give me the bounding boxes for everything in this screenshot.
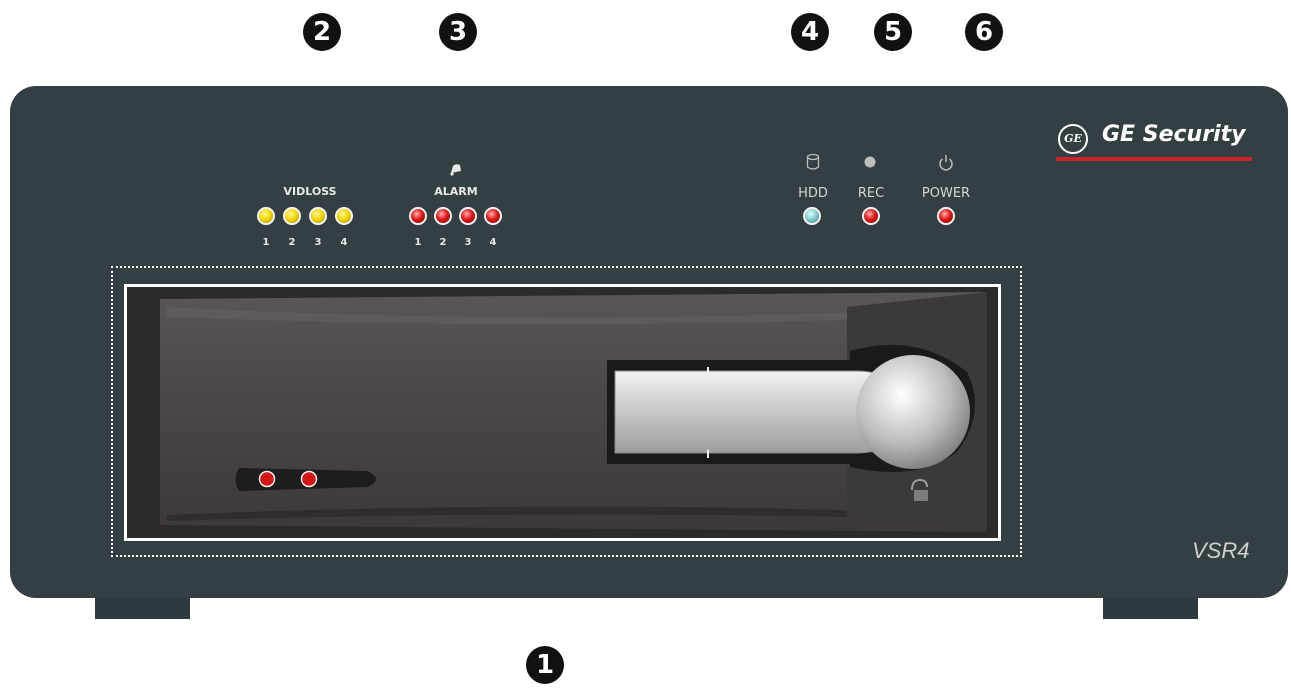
ge-monogram: GE [1058,124,1088,154]
hdd-led [803,207,821,225]
alarm-label: ALARM [434,185,478,198]
alarm-led-4 [484,207,502,225]
vidloss-led-1 [257,207,275,225]
alarm-num-1: 1 [414,237,422,248]
right-foot [1103,598,1198,619]
alarm-num-3: 3 [464,237,472,248]
power-label: POWER [921,186,971,201]
vidloss-num-4: 4 [340,237,348,248]
vidloss-label: VIDLOSS [283,185,337,198]
alarm-led-1 [409,207,427,225]
vidloss-led-4 [335,207,353,225]
callout-1: 1 [526,646,564,684]
alarm-led-3 [459,207,477,225]
alarm-num-4: 4 [489,237,497,248]
alarm-led-2 [434,207,452,225]
left-foot [95,598,190,619]
callout-5: 5 [874,13,912,51]
power-led [937,207,955,225]
disk-icon [806,153,820,170]
alarm-num-2: 2 [439,237,447,248]
brand-underline [1056,157,1252,161]
vidloss-led-3 [309,207,327,225]
callout-3: 3 [439,13,477,51]
callout-6: 6 [965,13,1003,51]
callout-2: 2 [303,13,341,51]
vidloss-num-3: 3 [314,237,322,248]
vidloss-num-2: 2 [288,237,296,248]
vidloss-led-2 [283,207,301,225]
vidloss-num-1: 1 [262,237,270,248]
brand-name: GE Security [1102,122,1246,147]
bell-icon [450,164,461,176]
callout-4: 4 [791,13,829,51]
power-icon [939,155,953,171]
model-name: VSR4 [1192,538,1250,563]
drive-tray[interactable] [127,287,998,538]
rec-label: REC [857,186,885,201]
rec-led [862,207,880,225]
record-dot-icon [864,156,876,168]
ge-security-logo: GE GE Security [1056,120,1252,162]
